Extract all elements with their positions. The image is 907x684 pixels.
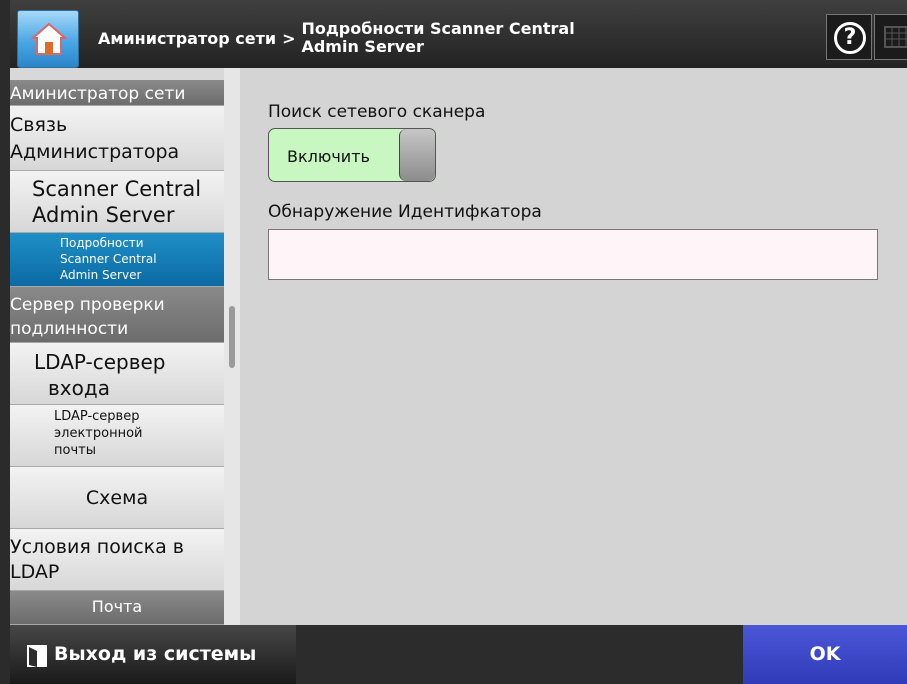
- breadcrumb-current: Подробности Scanner Central Admin Server: [301, 19, 575, 56]
- home-icon: [31, 22, 67, 55]
- footer-bar: Выход из системы OK: [10, 625, 907, 684]
- help-button[interactable]: ?: [826, 14, 872, 60]
- help-icon: ?: [834, 22, 866, 54]
- home-button[interactable]: [17, 10, 79, 68]
- breadcrumb: Аминистратор сети > Подробности Scanner …: [98, 18, 601, 58]
- scanner-search-toggle[interactable]: Включить: [268, 128, 436, 182]
- toggle-knob[interactable]: [399, 129, 435, 181]
- discovery-id-label: Обнаружение Идентифкатора: [268, 202, 542, 222]
- sidebar-item-ldap-search[interactable]: Условия поиска в LDAP: [10, 529, 224, 591]
- logout-button[interactable]: Выход из системы: [10, 625, 296, 684]
- toggle-label: Включить: [287, 147, 370, 166]
- breadcrumb-separator: >: [282, 28, 296, 48]
- sidebar-item-scanner-central[interactable]: Scanner Central Admin Server: [10, 171, 224, 233]
- scanner-search-label: Поиск сетевого сканера: [268, 102, 486, 122]
- ok-button[interactable]: OK: [743, 625, 907, 684]
- header-bar: Аминистратор сети > Подробности Scanner …: [10, 0, 907, 68]
- sidebar-item-scanner-central-details[interactable]: Подробности Scanner Central Admin Server: [10, 233, 224, 287]
- keyboard-button[interactable]: [874, 14, 907, 60]
- discovery-id-input[interactable]: [268, 229, 878, 280]
- keyboard-icon: [884, 26, 907, 48]
- main-content: Поиск сетевого сканера Включить Обнаруже…: [240, 68, 907, 625]
- sidebar-item-schema[interactable]: Схема: [10, 467, 224, 529]
- sidebar-group-network-admin[interactable]: Аминистратор сети: [10, 80, 224, 106]
- sidebar-item-ldap-login[interactable]: LDAP-сервер входа: [10, 343, 224, 405]
- sidebar-scroll-thumb[interactable]: [229, 306, 235, 368]
- sidebar-group-mail[interactable]: Почта: [10, 591, 224, 625]
- breadcrumb-parent[interactable]: Аминистратор сети: [98, 29, 276, 48]
- logout-label: Выход из системы: [54, 643, 257, 665]
- logout-icon: [27, 645, 47, 667]
- sidebar-group-auth-server[interactable]: Сервер проверки подлинности: [10, 287, 224, 343]
- sidebar-item-ldap-email[interactable]: LDAP-сервер электронной почты: [10, 405, 224, 467]
- sidebar-item-admin-connection[interactable]: Связь Администратора: [10, 106, 224, 171]
- sidebar: Аминистратор сети Связь Администратора S…: [10, 68, 224, 625]
